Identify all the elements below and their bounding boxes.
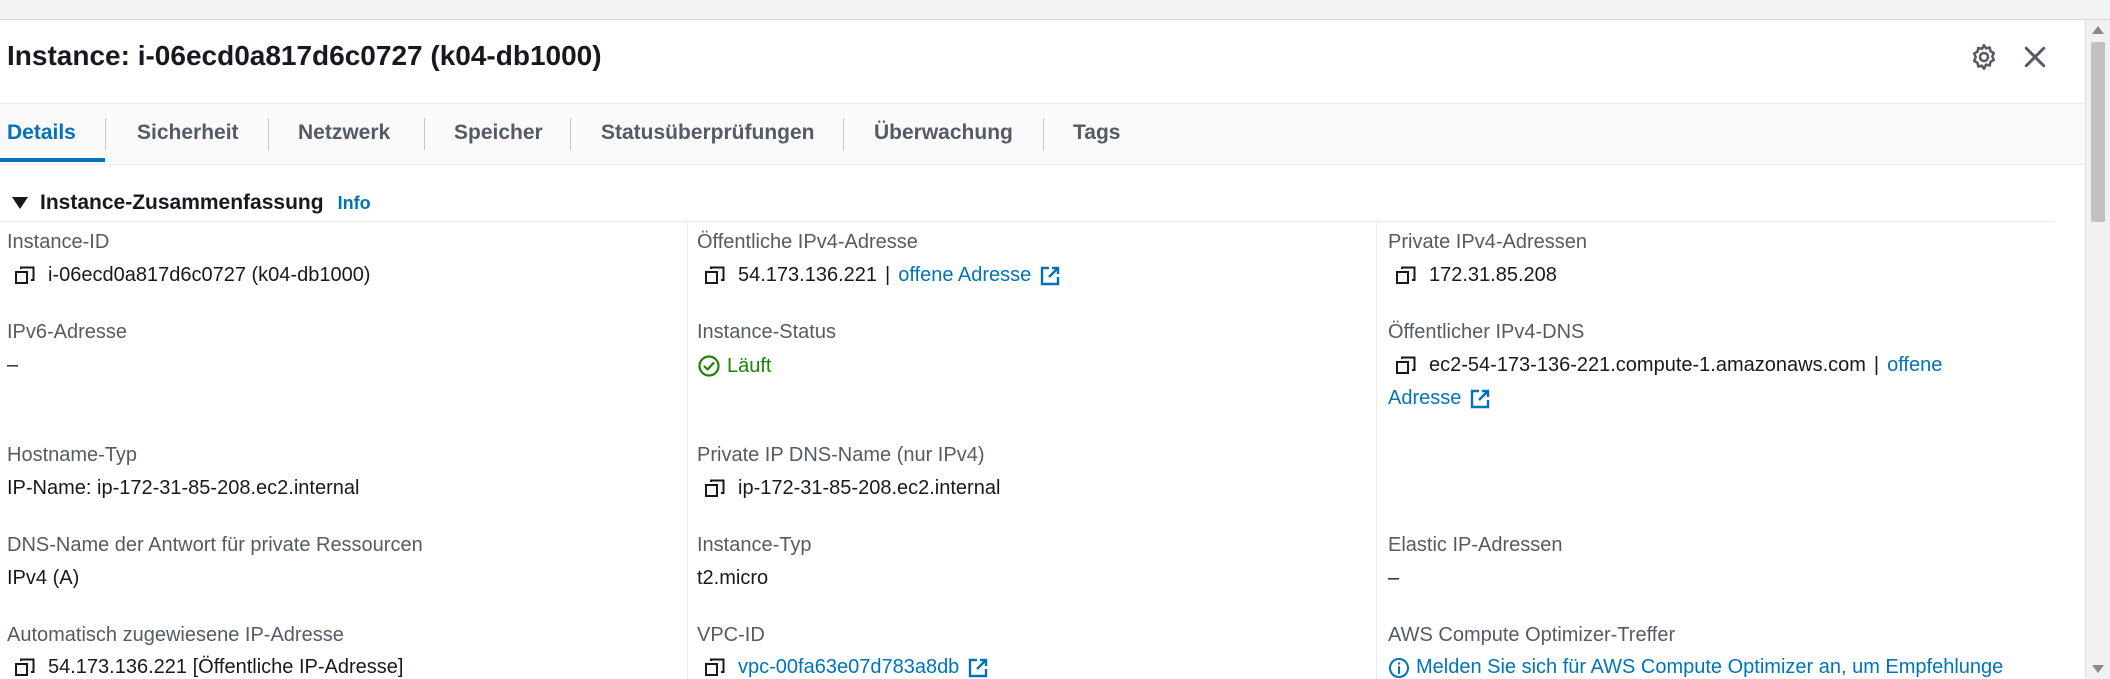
separator: | bbox=[885, 264, 891, 286]
public-ipv4-value: 54.173.136.221 | offene Adresse bbox=[704, 264, 1061, 287]
elastic-ip-label: Elastic IP-Adressen bbox=[1388, 534, 1563, 556]
hostname-type-value: IP-Name: ip-172-31-85-208.ec2.internal bbox=[7, 477, 360, 499]
public-dns-label: Öffentlicher IPv4-DNS bbox=[1388, 321, 1585, 343]
private-dns-value: ip-172-31-85-208.ec2.internal bbox=[704, 477, 1000, 500]
optimizer-link[interactable]: Melden Sie sich für AWS Compute Optimize… bbox=[1416, 656, 2003, 679]
optimizer-value: Melden Sie sich für AWS Compute Optimize… bbox=[1388, 656, 2003, 679]
tab-separator bbox=[1043, 118, 1044, 150]
tab-separator bbox=[268, 118, 269, 150]
info-link[interactable]: Info bbox=[338, 193, 371, 214]
tab-separator bbox=[105, 118, 106, 150]
tab-details[interactable]: Details bbox=[7, 104, 76, 162]
public-dns-text: ec2-54-173-136-221.compute-1.amazonaws.c… bbox=[1429, 354, 1866, 376]
tab-bar: Details Sicherheit Netzwerk Speicher Sta… bbox=[0, 103, 2085, 165]
instance-state-label: Instance-Status bbox=[697, 321, 836, 343]
external-link-icon[interactable] bbox=[967, 657, 989, 679]
tab-ueberwachung[interactable]: Überwachung bbox=[874, 104, 1013, 162]
public-ipv4-text: 54.173.136.221 bbox=[738, 264, 878, 286]
public-dns-value: ec2-54-173-136-221.compute-1.amazonaws.c… bbox=[1395, 354, 1942, 377]
instance-type-value: t2.micro bbox=[697, 567, 769, 589]
instance-id-label: Instance-ID bbox=[7, 231, 110, 253]
tab-sicherheit[interactable]: Sicherheit bbox=[137, 104, 239, 162]
column-divider bbox=[687, 222, 688, 679]
close-icon[interactable] bbox=[2020, 42, 2050, 72]
vpc-id-label: VPC-ID bbox=[697, 624, 765, 646]
copy-icon[interactable] bbox=[14, 657, 36, 679]
dns-answer-value: IPv4 (A) bbox=[7, 567, 80, 589]
private-dns-text: ip-172-31-85-208.ec2.internal bbox=[738, 477, 1001, 499]
vpc-id-value: vpc-00fa63e07d783a8db bbox=[704, 656, 989, 679]
copy-icon[interactable] bbox=[14, 265, 36, 287]
active-tab-indicator bbox=[0, 158, 105, 162]
tab-speicher[interactable]: Speicher bbox=[454, 104, 543, 162]
instance-id-text: i-06ecd0a817d6c0727 (k04-db1000) bbox=[48, 264, 371, 286]
tab-netzwerk[interactable]: Netzwerk bbox=[298, 104, 390, 162]
private-ipv4-text: 172.31.85.208 bbox=[1429, 264, 1557, 286]
scroll-up-icon[interactable] bbox=[2092, 26, 2104, 34]
separator: | bbox=[1873, 354, 1880, 376]
divider bbox=[0, 221, 2055, 222]
copy-icon[interactable] bbox=[1395, 355, 1417, 377]
copy-icon[interactable] bbox=[1395, 265, 1417, 287]
instance-state-value: Läuft bbox=[697, 354, 771, 378]
tab-statuspruefungen[interactable]: Statusüberprüfungen bbox=[601, 104, 815, 162]
dns-answer-label: DNS-Name der Antwort für private Ressour… bbox=[7, 534, 423, 556]
open-address-link[interactable]: offene bbox=[1887, 354, 1942, 377]
external-link-icon[interactable] bbox=[1469, 388, 1491, 410]
copy-icon[interactable] bbox=[704, 478, 726, 500]
tab-separator bbox=[570, 118, 571, 150]
caret-down-icon bbox=[12, 197, 28, 209]
external-link-icon[interactable] bbox=[1039, 265, 1061, 287]
vertical-scrollbar[interactable] bbox=[2085, 20, 2110, 679]
page-title: Instance: i-06ecd0a817d6c0727 (k04-db100… bbox=[7, 40, 602, 71]
instance-state-text: Läuft bbox=[727, 354, 772, 377]
column-divider bbox=[1376, 222, 1377, 679]
tab-tags[interactable]: Tags bbox=[1073, 104, 1120, 162]
ipv6-value: – bbox=[7, 354, 19, 376]
elastic-ip-value: – bbox=[1388, 567, 1400, 589]
check-circle-icon bbox=[697, 354, 721, 378]
vpc-id-link[interactable]: vpc-00fa63e07d783a8db bbox=[738, 656, 959, 679]
private-dns-label: Private IP DNS-Name (nur IPv4) bbox=[697, 444, 985, 466]
instance-id-value: i-06ecd0a817d6c0727 (k04-db1000) bbox=[14, 264, 370, 287]
open-address-link[interactable]: Adresse bbox=[1388, 387, 1461, 410]
private-ipv4-label: Private IPv4-Adressen bbox=[1388, 231, 1587, 253]
optimizer-label: AWS Compute Optimizer-Treffer bbox=[1388, 624, 1676, 646]
section-title: Instance-Zusammenfassung bbox=[40, 191, 324, 214]
scroll-down-icon[interactable] bbox=[2092, 665, 2104, 673]
tab-separator bbox=[424, 118, 425, 150]
ipv6-label: IPv6-Adresse bbox=[7, 321, 128, 343]
auto-ip-label: Automatisch zugewiesene IP-Adresse bbox=[7, 624, 344, 646]
auto-ip-text: 54.173.136.221 [Öffentliche IP-Adresse] bbox=[48, 656, 404, 678]
public-dns-link-line2: Adresse bbox=[1388, 387, 1491, 410]
top-bar bbox=[0, 0, 2110, 20]
auto-ip-value: 54.173.136.221 [Öffentliche IP-Adresse] bbox=[14, 656, 403, 679]
private-ipv4-value: 172.31.85.208 bbox=[1395, 264, 1557, 287]
tab-separator bbox=[843, 118, 844, 150]
public-ipv4-label: Öffentliche IPv4-Adresse bbox=[697, 231, 918, 253]
info-circle-icon bbox=[1388, 657, 1410, 679]
hostname-type-label: Hostname-Typ bbox=[7, 444, 138, 466]
copy-icon[interactable] bbox=[704, 657, 726, 679]
scroll-thumb[interactable] bbox=[2091, 42, 2105, 222]
section-toggle[interactable]: Instance-Zusammenfassung Info bbox=[12, 188, 371, 218]
instance-type-label: Instance-Typ bbox=[697, 534, 812, 556]
copy-icon[interactable] bbox=[704, 265, 726, 287]
open-address-link[interactable]: offene Adresse bbox=[898, 264, 1031, 287]
gear-icon[interactable] bbox=[1969, 42, 1999, 72]
